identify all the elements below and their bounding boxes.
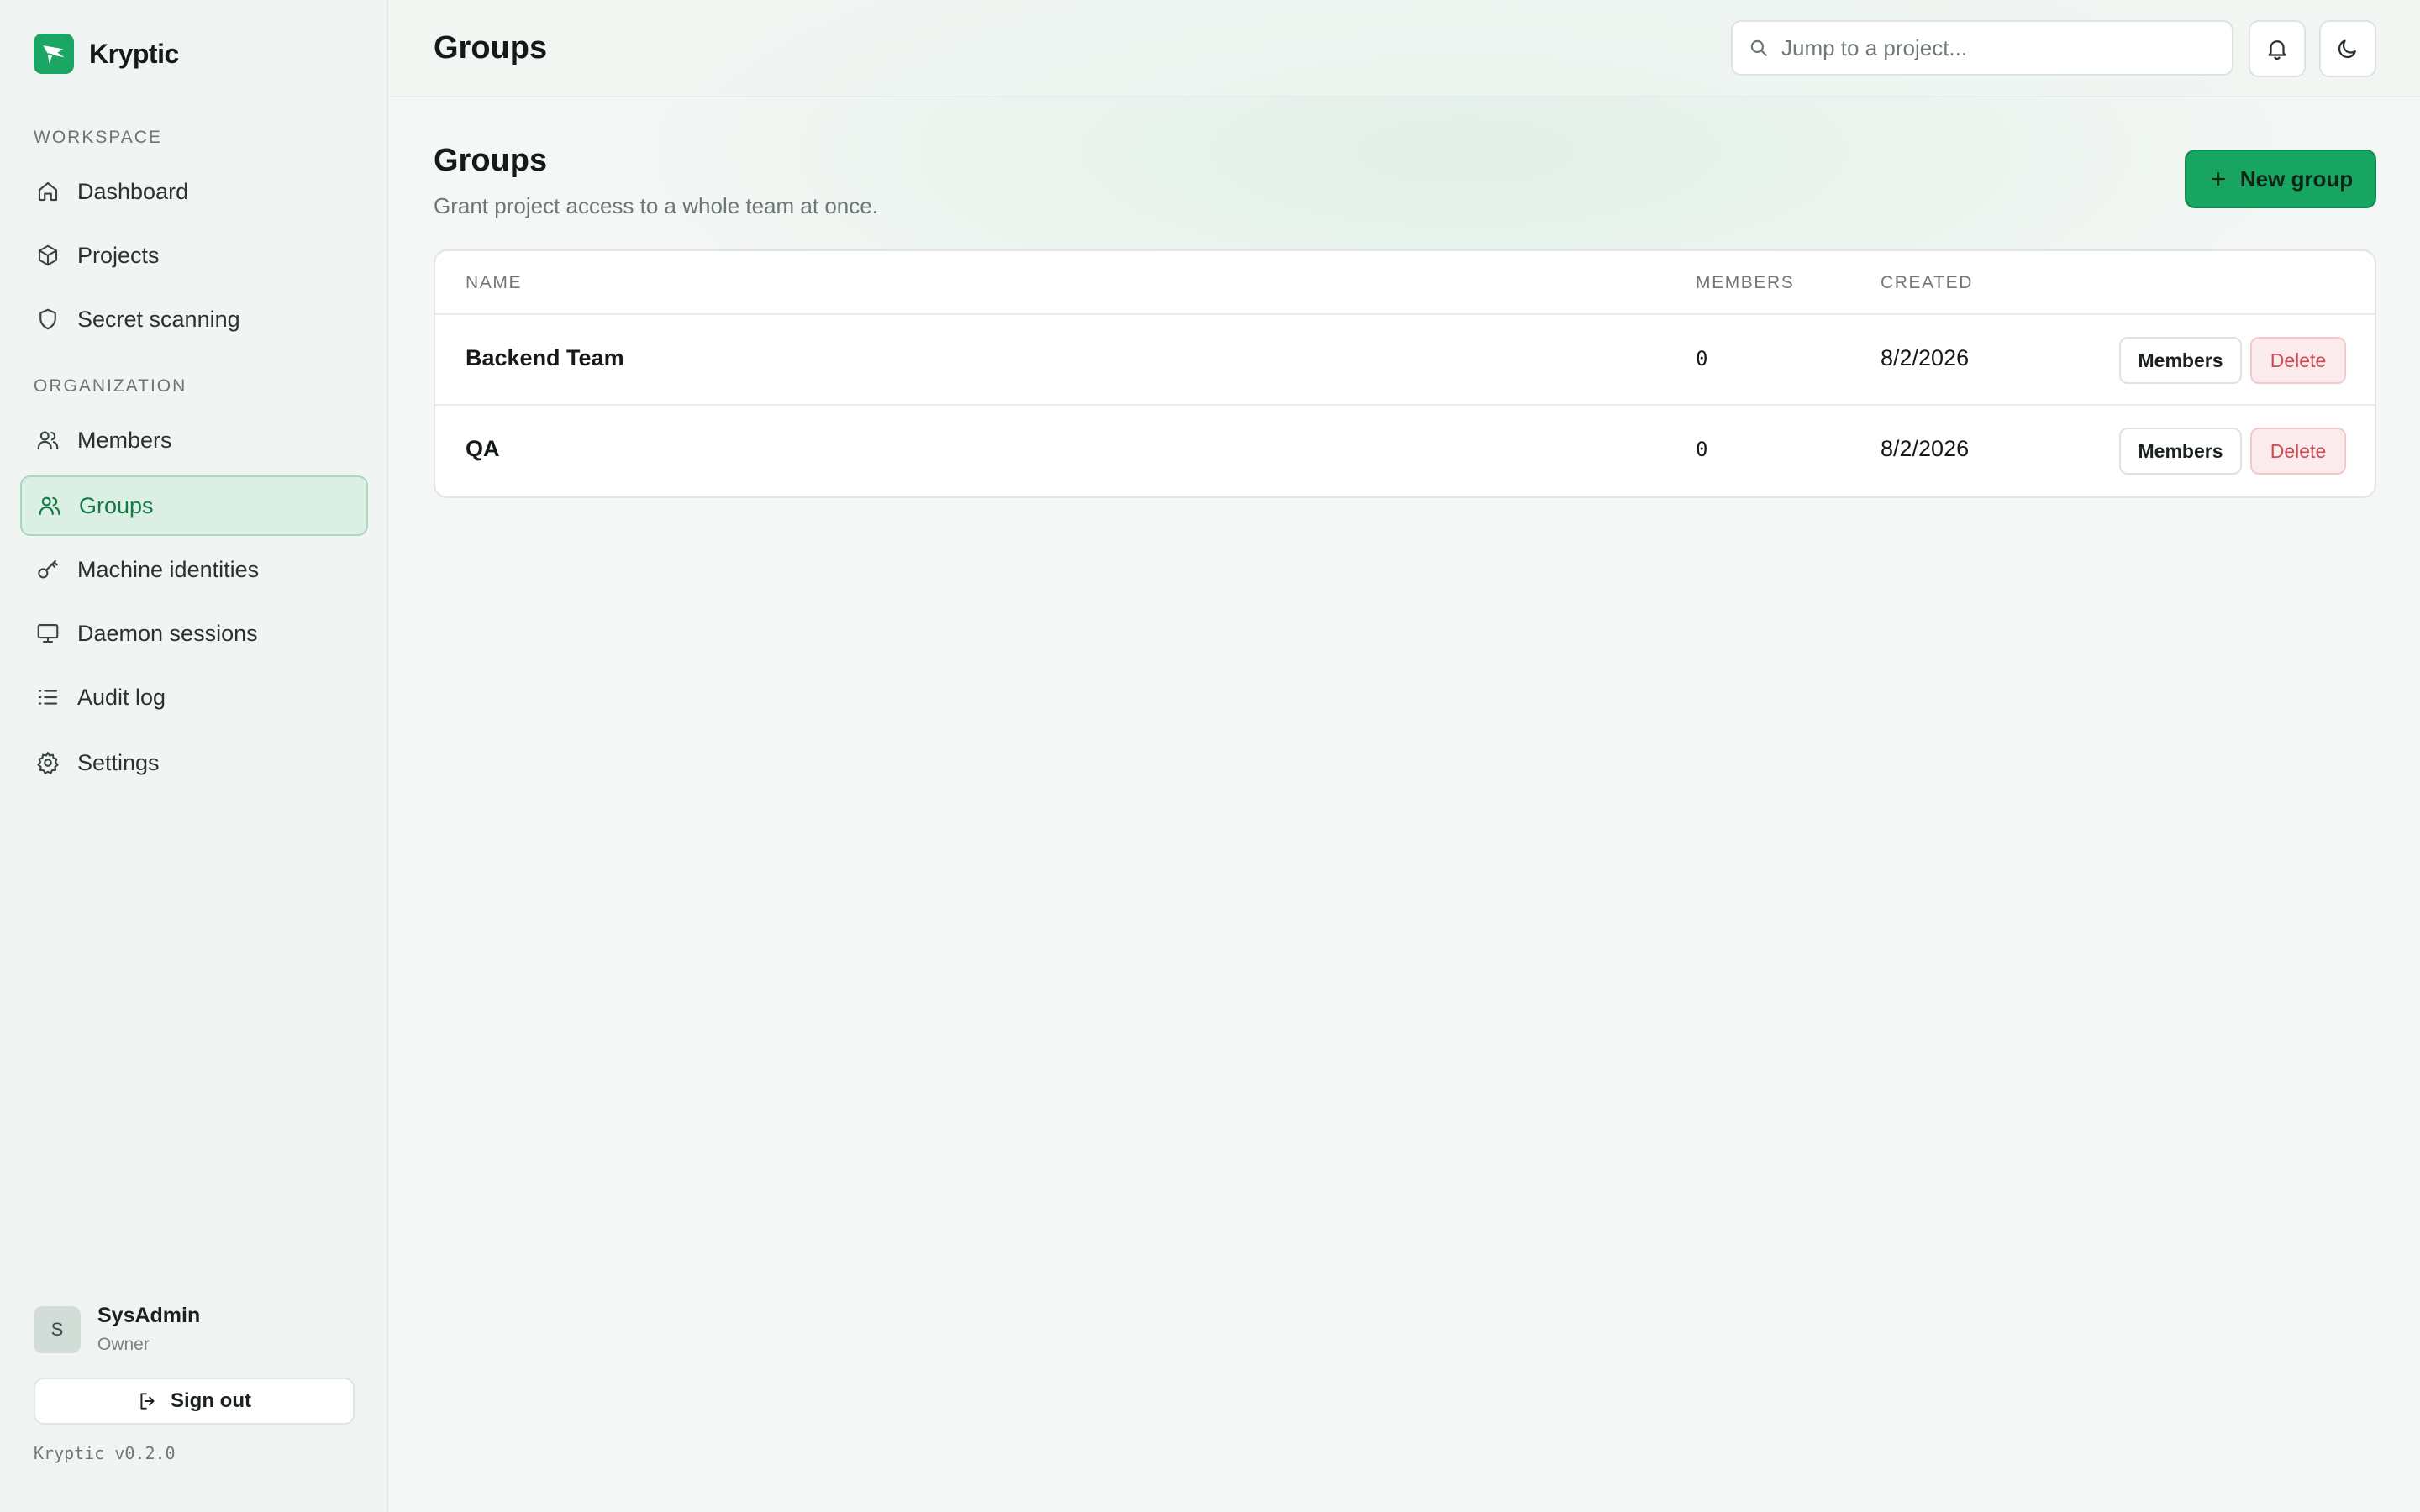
group-members-count: 0 <box>1696 347 1708 370</box>
sidebar-item-label: Projects <box>77 242 160 268</box>
sidebar-item-audit-log[interactable]: Audit log <box>20 667 368 727</box>
kryptic-logo-icon <box>34 34 74 74</box>
sidebar-item-label: Daemon sessions <box>77 620 258 646</box>
bell-icon <box>2268 40 2286 60</box>
sidebar-item-groups[interactable]: Groups <box>20 475 368 536</box>
sidebar-item-label: Groups <box>79 492 154 518</box>
groups-table: NAME MEMBERS CREATED Backend Team 0 8/2/… <box>434 249 2376 498</box>
sign-out-label: Sign out <box>171 1389 251 1412</box>
brand-name: Kryptic <box>89 38 179 69</box>
sidebar-item-label: Audit log <box>77 684 166 710</box>
sidebar-item-settings[interactable]: Settings <box>20 732 368 793</box>
members-button[interactable]: Members <box>2119 337 2242 384</box>
user-role: Owner <box>97 1335 150 1354</box>
page-subtitle: Grant project access to a whole team at … <box>434 193 878 218</box>
sign-out-button[interactable]: Sign out <box>34 1378 355 1425</box>
sidebar: Kryptic WORKSPACE Dashboard Projects Sec… <box>0 0 388 1512</box>
sidebar-item-dashboard[interactable]: Dashboard <box>20 161 368 222</box>
members-button[interactable]: Members <box>2119 428 2242 475</box>
column-header-created: CREATED <box>1881 273 1973 292</box>
table-row: QA 0 8/2/2026 Members Delete <box>435 406 2375 496</box>
column-header-name: NAME <box>466 273 523 292</box>
gear-icon <box>35 750 60 775</box>
page-title: Groups <box>434 143 548 178</box>
moon-icon <box>2338 39 2356 59</box>
sidebar-item-label: Dashboard <box>77 178 189 204</box>
topbar-title: Groups <box>434 30 548 66</box>
search-input[interactable] <box>1781 34 2218 61</box>
column-header-members: MEMBERS <box>1696 273 1795 292</box>
table-row: Backend Team 0 8/2/2026 Members Delete <box>435 315 2375 406</box>
monitor-icon <box>35 621 60 646</box>
table-header: NAME MEMBERS CREATED <box>435 251 2375 315</box>
brand[interactable]: Kryptic <box>34 34 179 74</box>
sidebar-item-members[interactable]: Members <box>20 410 368 470</box>
notifications-button[interactable] <box>2249 20 2306 77</box>
sidebar-item-label: Settings <box>77 749 160 775</box>
users-icon <box>37 493 62 518</box>
users-icon <box>35 428 60 453</box>
theme-toggle-button[interactable] <box>2319 20 2376 77</box>
sidebar-item-machine-identities[interactable]: Machine identities <box>20 539 368 600</box>
sidebar-item-daemon-sessions[interactable]: Daemon sessions <box>20 603 368 664</box>
avatar: S <box>34 1305 81 1353</box>
home-icon <box>35 179 60 204</box>
main-content: Groups Groups Grant project access to a … <box>390 0 2420 1512</box>
group-created-date: 8/2/2026 <box>1881 345 1970 370</box>
list-icon <box>35 685 60 710</box>
section-label-organization: ORGANIZATION <box>34 376 187 396</box>
search-icon <box>1750 39 1767 56</box>
search-box[interactable] <box>1731 20 2233 76</box>
delete-button[interactable]: Delete <box>2250 428 2346 475</box>
shield-icon <box>35 307 60 332</box>
section-label-workspace: WORKSPACE <box>34 128 162 147</box>
sidebar-item-secret-scanning[interactable]: Secret scanning <box>20 289 368 349</box>
new-group-button[interactable]: New group <box>2185 150 2376 208</box>
sidebar-item-label: Machine identities <box>77 556 260 582</box>
delete-button[interactable]: Delete <box>2250 337 2346 384</box>
sidebar-item-label: Secret scanning <box>77 306 240 332</box>
group-name: Backend Team <box>466 345 624 370</box>
sign-out-icon <box>140 1393 155 1410</box>
version-label: Kryptic v0.2.0 <box>34 1443 176 1463</box>
plus-icon <box>2211 171 2225 186</box>
sidebar-item-projects[interactable]: Projects <box>20 225 368 286</box>
sidebar-item-label: Members <box>77 427 172 453</box>
group-name: QA <box>466 436 500 461</box>
user-profile: S SysAdmin Owner <box>34 1304 200 1355</box>
group-members-count: 0 <box>1696 438 1708 461</box>
topbar: Groups <box>390 0 2420 97</box>
new-group-label: New group <box>2239 165 2354 192</box>
cube-icon <box>35 243 60 268</box>
group-created-date: 8/2/2026 <box>1881 436 1970 461</box>
user-name: SysAdmin <box>97 1304 201 1327</box>
key-icon <box>35 557 60 582</box>
